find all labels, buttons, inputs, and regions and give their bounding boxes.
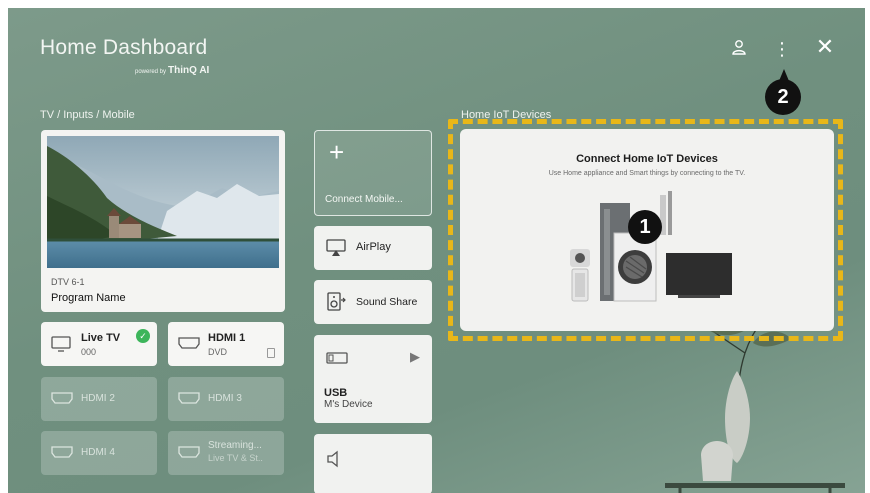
airplay-icon [326,239,346,262]
usb-icon [326,351,348,370]
plus-icon: + [329,137,345,167]
input-label: HDMI 3 [208,393,242,404]
iot-card-title: Connect Home IoT Devices [576,153,718,165]
input-label: Streaming... [208,440,262,451]
input-tile-hdmi-4[interactable]: HDMI 4 [41,431,157,475]
connect-mobile-button[interactable]: + Connect Mobile... [314,130,432,216]
sound-share-label: Sound Share [356,296,418,308]
input-label: HDMI 2 [81,393,115,404]
hdmi-icon [178,336,200,355]
hdmi-icon [51,391,73,410]
usb-device-card[interactable]: ▶ USB M's Device [314,335,432,423]
page-title: Home Dashboard [40,36,208,59]
sound-share-button[interactable]: Sound Share [314,280,432,324]
connect-mobile-label: Connect Mobile... [325,194,403,205]
input-label: HDMI 1 [208,332,246,344]
input-sublabel: Live TV & St.. [208,453,263,463]
input-tile-hdmi-1[interactable]: HDMI 1 DVD [168,322,284,366]
powered-by-thinq: powered by ThinQ AI [135,65,209,76]
profile-icon[interactable] [730,38,748,56]
airplay-button[interactable]: AirPlay [314,226,432,270]
usb-label: USB [324,387,348,399]
section-label-tv-inputs: TV / Inputs / Mobile [40,109,135,121]
channel-number: DTV 6-1 [51,277,85,287]
hdmi-icon [178,445,200,464]
input-sublabel: 000 [81,347,97,357]
input-tile-streaming[interactable]: Streaming... Live TV & St.. [168,431,284,475]
input-tile-hdmi-3[interactable]: HDMI 3 [168,377,284,421]
usb-device-name: M's Device [324,399,373,410]
live-program-card[interactable]: DTV 6-1 Program Name [41,130,285,312]
speaker-icon [326,450,346,473]
program-name: Program Name [51,292,126,304]
sound-share-icon [326,292,346,317]
powered-prefix: powered by [135,69,167,75]
program-thumbnail [47,136,279,268]
tv-icon [51,336,71,357]
input-sublabel: DVD [208,347,228,357]
thinq-logo: ThinQ AI [168,65,210,76]
chevron-right-icon: ▶ [410,349,420,364]
connect-home-iot-card[interactable]: Connect Home IoT Devices Use Home applia… [460,129,834,331]
callout-2: 2 [765,69,801,115]
input-label: HDMI 4 [81,447,115,458]
device-icon [267,348,275,358]
check-icon: ✓ [136,329,150,343]
airplay-label: AirPlay [356,241,391,253]
more-options-icon[interactable]: ⋮ [773,38,791,60]
iot-card-subtitle: Use Home appliance and Smart things by c… [548,170,746,177]
close-icon[interactable]: ✕ [816,36,834,58]
callout-1: 1 [628,210,662,244]
hdmi-icon [51,445,73,464]
iot-appliances-illustration [570,191,732,302]
input-label: Live TV [81,332,121,344]
hdmi-icon [178,391,200,410]
input-tile-live-tv[interactable]: Live TV 000 ✓ [41,322,157,366]
input-tile-hdmi-2[interactable]: HDMI 2 [41,377,157,421]
speaker-card[interactable] [314,434,432,493]
home-dashboard-screen: Home Dashboard powered by ThinQ AI ⋮ ✕ 2 … [8,8,865,493]
